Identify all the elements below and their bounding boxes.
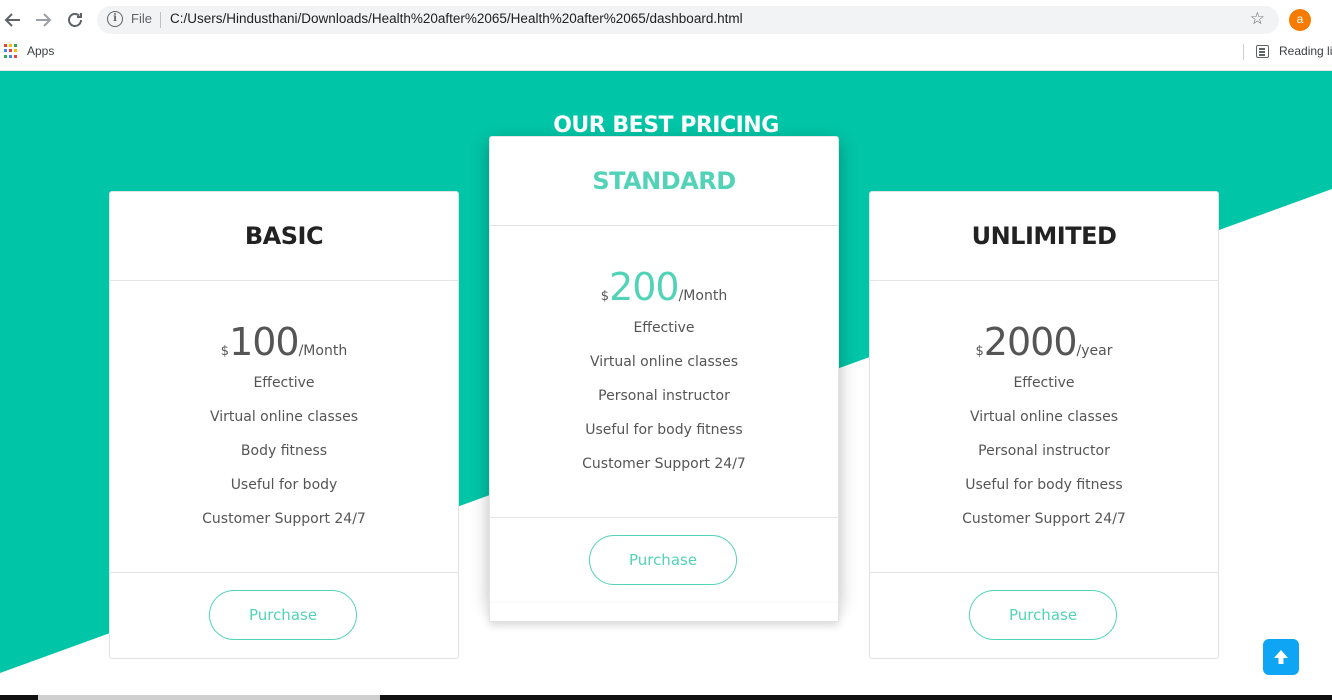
plan-name: BASIC	[244, 222, 324, 250]
feature-list: Effective Virtual online classes Persona…	[490, 320, 838, 490]
reading-list-button[interactable]: Reading li	[1279, 44, 1332, 58]
browser-chrome: i File C:/Users/Hindusthani/Downloads/He…	[0, 0, 1332, 71]
feature-item: Customer Support 24/7	[582, 456, 746, 472]
card-header: UNLIMITED	[870, 192, 1218, 281]
price-amount: 2000	[983, 320, 1078, 364]
card-header: STANDARD	[490, 137, 838, 226]
apps-bookmark[interactable]: Apps	[27, 44, 54, 58]
purchase-button-standard[interactable]: Purchase	[589, 535, 737, 585]
pricing-card-basic: BASIC $100/Month Effective Virtual onlin…	[109, 191, 459, 659]
price-currency: $	[975, 344, 984, 359]
apps-grid-icon[interactable]	[4, 44, 18, 58]
pricing-card-standard: STANDARD $200/Month Effective Virtual on…	[489, 136, 839, 622]
card-footer: Purchase	[490, 517, 838, 603]
reading-list-icon[interactable]	[1256, 45, 1269, 58]
plan-price: $100/Month	[110, 320, 458, 364]
feature-item: Useful for body fitness	[965, 477, 1123, 493]
taskbar-strip	[0, 695, 1332, 700]
feature-list: Effective Virtual online classes Persona…	[870, 375, 1218, 545]
bookmarks-separator	[1243, 44, 1244, 60]
price-period: /Month	[678, 288, 728, 304]
feature-item: Customer Support 24/7	[202, 511, 366, 527]
feature-item: Personal instructor	[978, 443, 1110, 459]
browser-toolbar: i File C:/Users/Hindusthani/Downloads/He…	[0, 0, 1332, 40]
card-footer: Purchase	[870, 572, 1218, 658]
feature-item: Virtual online classes	[969, 409, 1118, 425]
star-icon[interactable]: ☆	[1250, 9, 1265, 29]
price-currency: $	[600, 289, 610, 304]
card-header: BASIC	[110, 192, 458, 281]
forward-arrow-icon[interactable]	[31, 8, 55, 32]
url-text[interactable]: C:/Users/Hindusthani/Downloads/Health%20…	[170, 11, 743, 26]
plan-name: UNLIMITED	[971, 222, 1117, 250]
purchase-button-basic[interactable]: Purchase	[209, 590, 357, 640]
feature-list: Effective Virtual online classes Body fi…	[110, 375, 458, 545]
price-period: /year	[1076, 343, 1113, 359]
price-period: /Month	[298, 343, 348, 359]
taskbar-item	[38, 695, 380, 700]
feature-item: Effective	[1013, 375, 1075, 391]
feature-item: Effective	[253, 375, 315, 391]
arrow-up-icon	[1274, 650, 1288, 664]
profile-avatar[interactable]: a	[1289, 9, 1311, 31]
feature-item: Effective	[633, 320, 695, 336]
address-separator	[160, 12, 161, 28]
back-arrow-icon[interactable]	[1, 8, 25, 32]
pricing-section: OUR BEST PRICING BASIC $100/Month Effect…	[0, 71, 1332, 700]
pricing-card-unlimited: UNLIMITED $2000/year Effective Virtual o…	[869, 191, 1219, 659]
info-icon[interactable]: i	[107, 11, 123, 27]
plan-name: STANDARD	[592, 167, 736, 195]
feature-item: Useful for body fitness	[585, 422, 743, 438]
feature-item: Useful for body	[230, 477, 338, 493]
feature-item: Body fitness	[240, 443, 328, 459]
price-amount: 100	[229, 320, 300, 364]
feature-item: Virtual online classes	[209, 409, 358, 425]
address-bar[interactable]: i File C:/Users/Hindusthani/Downloads/He…	[97, 6, 1279, 34]
price-currency: $	[220, 344, 230, 359]
plan-price: $2000/year	[870, 320, 1218, 364]
section-title: OUR BEST PRICING	[553, 113, 779, 138]
purchase-button-unlimited[interactable]: Purchase	[969, 590, 1117, 640]
plan-price: $200/Month	[490, 265, 838, 309]
url-scheme-label: File	[131, 11, 152, 26]
scroll-to-top-button[interactable]	[1263, 639, 1299, 675]
bookmarks-bar: Apps Reading li	[0, 40, 1332, 64]
price-amount: 200	[609, 265, 680, 309]
card-footer: Purchase	[110, 572, 458, 658]
feature-item: Customer Support 24/7	[962, 511, 1126, 527]
feature-item: Personal instructor	[598, 388, 730, 404]
feature-item: Virtual online classes	[589, 354, 738, 370]
reload-icon[interactable]	[63, 8, 87, 32]
